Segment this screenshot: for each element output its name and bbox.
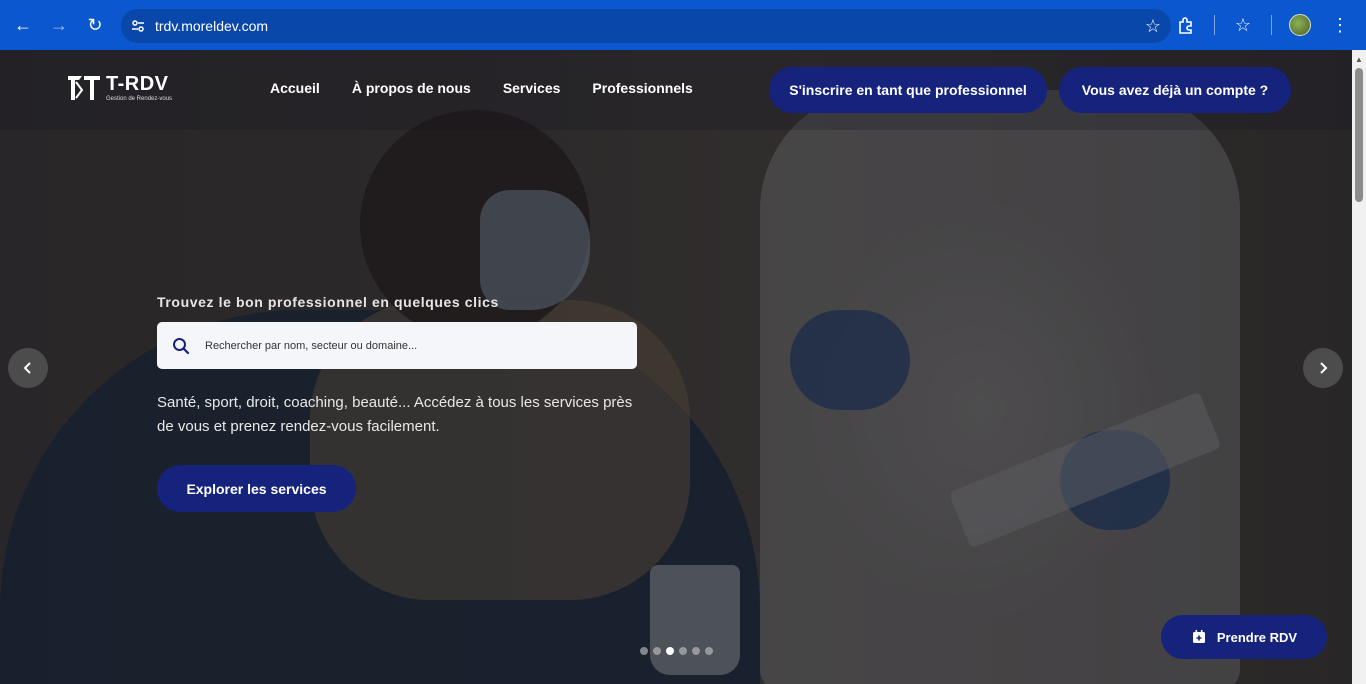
site-logo[interactable]: T-RDV Gestion de Rendez-vous — [66, 72, 172, 104]
carousel-dot[interactable] — [666, 647, 674, 655]
carousel-dot[interactable] — [705, 647, 713, 655]
carousel-dot[interactable] — [640, 647, 648, 655]
doctor-coat-shape — [760, 90, 1240, 684]
explore-services-button[interactable]: Explorer les services — [157, 465, 356, 512]
scroll-up-icon[interactable]: ▲ — [1352, 50, 1366, 68]
logo-subtitle: Gestion de Rendez-vous — [106, 96, 173, 102]
toolbar-separator — [1214, 15, 1215, 35]
logo-icon — [68, 76, 100, 100]
carousel-dot[interactable] — [653, 647, 661, 655]
carousel-next-button[interactable] — [1303, 348, 1343, 388]
hero-carousel: T-RDV Gestion de Rendez-vous Accueil À p… — [0, 50, 1352, 684]
chevron-left-icon — [23, 362, 31, 374]
address-bar[interactable]: trdv.moreldev.com ☆ — [121, 9, 1171, 43]
search-input[interactable] — [205, 339, 605, 352]
back-icon[interactable]: ← — [5, 7, 41, 43]
profile-avatar[interactable] — [1282, 7, 1318, 43]
search-box[interactable] — [157, 322, 637, 369]
toolbar-separator — [1271, 15, 1272, 35]
nav-link-accueil[interactable]: Accueil — [270, 80, 320, 96]
glove-shape — [1060, 430, 1170, 530]
hero-tagline: Trouvez le bon professionnel en quelques… — [157, 294, 499, 310]
signup-pro-button[interactable]: S'inscrire en tant que professionnel — [769, 67, 1047, 113]
logo-title: T-RDV — [106, 73, 169, 95]
hero-description: Santé, sport, droit, coaching, beauté...… — [157, 394, 633, 435]
tablet-shape — [948, 391, 1222, 549]
bookmarks-icon[interactable]: ☆ — [1225, 7, 1261, 43]
nav-link-professionnels[interactable]: Professionnels — [592, 80, 692, 96]
cup-shape — [650, 565, 740, 675]
carousel-prev-button[interactable] — [8, 348, 48, 388]
carousel-dot[interactable] — [692, 647, 700, 655]
carousel-dot[interactable] — [679, 647, 687, 655]
toolbar-actions: ☆ ⋮ — [1168, 7, 1358, 43]
menu-icon[interactable]: ⋮ — [1322, 7, 1358, 43]
glove-shape — [790, 310, 910, 410]
extensions-icon[interactable] — [1168, 7, 1204, 43]
hero-content: Trouvez le bon professionnel en quelques… — [157, 294, 657, 512]
login-button[interactable]: Vous avez déjà un compte ? — [1059, 67, 1291, 113]
forward-icon[interactable]: → — [41, 7, 77, 43]
browser-toolbar: ← → ↻ trdv.moreldev.com ☆ ☆ ⋮ — [0, 0, 1366, 50]
main-nav: Accueil À propos de nous Services Profes… — [270, 80, 693, 96]
nav-link-a-propos[interactable]: À propos de nous — [352, 80, 471, 96]
reload-icon[interactable]: ↻ — [77, 7, 113, 43]
book-appointment-label: Prendre RDV — [1216, 629, 1298, 645]
site-settings-icon[interactable] — [121, 9, 155, 43]
calendar-plus-icon — [1192, 630, 1205, 643]
search-icon — [157, 322, 205, 369]
bookmark-star-icon[interactable]: ☆ — [1145, 16, 1161, 37]
scrollbar-thumb[interactable] — [1355, 68, 1363, 202]
book-appointment-button[interactable]: Prendre RDV — [1161, 615, 1327, 659]
nav-link-services[interactable]: Services — [503, 80, 561, 96]
site-header: T-RDV Gestion de Rendez-vous Accueil À p… — [0, 50, 1352, 130]
url-text: trdv.moreldev.com — [155, 18, 269, 34]
carousel-dots — [640, 647, 713, 655]
page-scrollbar[interactable]: ▲ — [1352, 50, 1366, 684]
face-mask-shape — [480, 190, 590, 310]
avatar — [1289, 14, 1311, 36]
chevron-right-icon — [1320, 362, 1328, 374]
